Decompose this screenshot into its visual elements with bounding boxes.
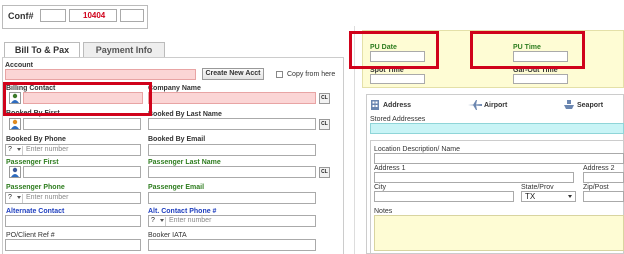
copy-from-here-label: Copy from here: [287, 71, 336, 78]
ship-icon: [564, 100, 574, 109]
passenger-email-label: Passenger Email: [148, 184, 205, 191]
company-name-field[interactable]: [148, 92, 316, 104]
zip-label: Zip/Post: [583, 184, 609, 191]
account-label: Account: [5, 62, 33, 69]
passenger-first-field[interactable]: [23, 166, 141, 178]
booker-iata-field[interactable]: [148, 239, 316, 251]
person-icon: [11, 119, 19, 129]
notes-textarea[interactable]: [374, 215, 624, 251]
booked-by-avatar[interactable]: [9, 118, 21, 130]
passenger-phone-field[interactable]: ? Enter number: [5, 192, 141, 204]
spot-time-field[interactable]: [370, 74, 425, 84]
passenger-email-field[interactable]: [148, 192, 316, 204]
building-icon: [371, 100, 379, 110]
country-code: ?: [8, 146, 12, 153]
conf-number-value: 10404: [83, 11, 106, 20]
zip-field[interactable]: [583, 191, 624, 202]
chevron-down-icon: [160, 219, 164, 222]
passenger-first-label: Passenger First: [6, 159, 59, 166]
stored-addresses-label: Stored Addresses: [370, 116, 426, 123]
phone-placeholder: Enter number: [169, 217, 212, 224]
booked-by-email-label: Booked By Email: [148, 136, 206, 143]
copy-from-here-checkbox[interactable]: [276, 71, 283, 78]
tab-payment-info[interactable]: Payment Info: [83, 42, 165, 58]
alt-contact-phone-label: Alt. Contact Phone #: [148, 208, 217, 215]
state-select[interactable]: TX: [521, 191, 576, 202]
person-icon: [11, 167, 19, 177]
country-code: ?: [151, 217, 155, 224]
company-name-label: Company Name: [148, 85, 201, 92]
create-new-account-button[interactable]: Create New Acct: [202, 68, 264, 80]
location-tab-seaport-label: Seaport: [577, 102, 604, 109]
alt-contact-phone-field[interactable]: ? Enter number: [148, 215, 316, 227]
location-tab-address[interactable]: Address: [370, 98, 420, 112]
booker-iata-label: Booker IATA: [148, 232, 187, 239]
phone-placeholder: Enter number: [26, 146, 69, 153]
address2-field[interactable]: [583, 172, 624, 183]
company-cl-button[interactable]: CL: [319, 93, 330, 104]
address2-label: Address 2: [583, 165, 615, 172]
passenger-phone-label: Passenger Phone: [6, 184, 65, 191]
passenger-last-field[interactable]: [148, 166, 316, 178]
booked-by-last-label: Booked By Last Name: [148, 111, 222, 118]
location-description-field[interactable]: [374, 153, 624, 164]
conf-label: Conf#: [8, 11, 34, 21]
gar-out-time-field[interactable]: [513, 74, 568, 84]
conf-prefix-field[interactable]: [40, 9, 66, 22]
state-value: TX: [525, 192, 536, 201]
po-client-ref-label: PO/Client Ref #: [6, 232, 55, 239]
stored-addresses-field[interactable]: [370, 123, 624, 134]
chevron-down-icon: [17, 148, 21, 151]
phone-placeholder: Enter number: [26, 194, 69, 201]
conf-suffix-field[interactable]: [120, 9, 144, 22]
address1-field[interactable]: [374, 172, 574, 183]
country-code: ?: [8, 194, 12, 201]
account-field[interactable]: [5, 69, 196, 80]
passenger-cl-button[interactable]: CL: [319, 167, 330, 178]
state-label: State/Prov: [521, 184, 554, 191]
highlight-pu-time: [470, 31, 585, 69]
passenger-avatar[interactable]: [9, 166, 21, 178]
booked-by-email-field[interactable]: [148, 144, 316, 156]
booked-by-phone-field[interactable]: ? Enter number: [5, 144, 141, 156]
booked-by-cl-button[interactable]: CL: [319, 119, 330, 130]
chevron-down-icon: [17, 196, 21, 199]
conf-number-field[interactable]: 10404: [69, 9, 117, 22]
booked-by-last-field[interactable]: [148, 118, 316, 130]
passenger-last-label: Passenger Last Name: [148, 159, 221, 166]
airplane-icon: [468, 100, 482, 110]
highlight-billing-contact: [3, 82, 152, 116]
alternate-contact-label: Alternate Contact: [6, 208, 65, 215]
city-field[interactable]: [374, 191, 514, 202]
booked-by-phone-label: Booked By Phone: [6, 136, 66, 143]
po-client-ref-field[interactable]: [5, 239, 141, 251]
location-tab-airport[interactable]: Airport: [468, 98, 518, 112]
city-label: City: [374, 184, 387, 191]
notes-label: Notes: [374, 208, 393, 215]
address1-label: Address 1: [374, 165, 406, 172]
chevron-down-icon: [568, 195, 572, 198]
tab-bill-to-pax[interactable]: Bill To & Pax: [4, 42, 80, 58]
location-tab-airport-label: Airport: [484, 102, 508, 109]
highlight-pu-date: [349, 31, 439, 69]
alternate-contact-field[interactable]: [5, 215, 141, 227]
location-description-label: Location Description/ Name: [374, 146, 460, 153]
booked-by-first-field[interactable]: [23, 118, 141, 130]
location-tab-address-label: Address: [383, 102, 412, 109]
location-tab-seaport[interactable]: Seaport: [563, 98, 613, 112]
